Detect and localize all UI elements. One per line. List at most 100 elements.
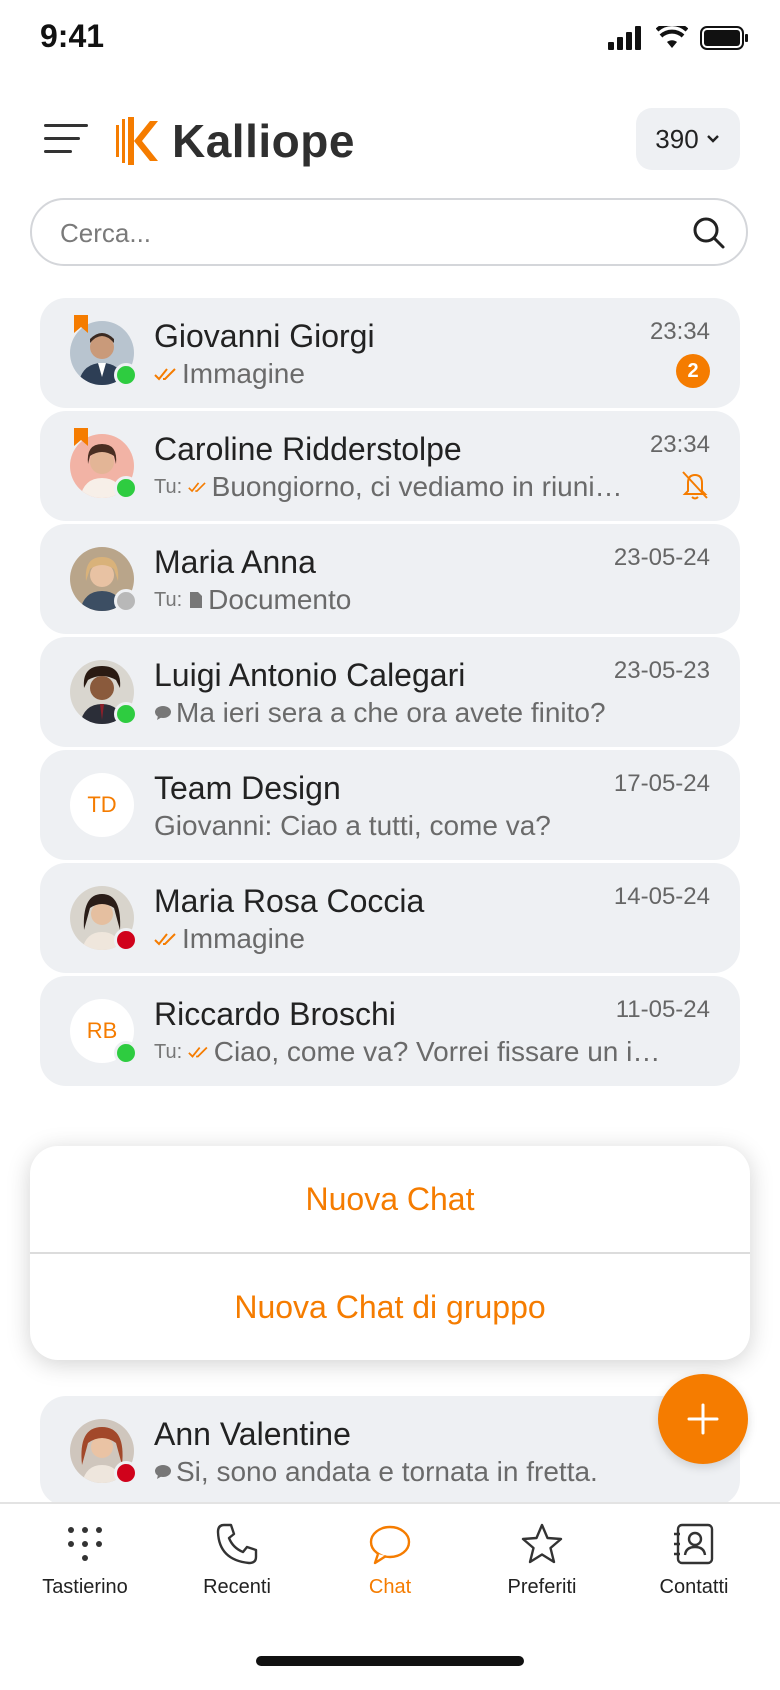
chat-item[interactable]: Ann Valentine 22-0 Si, sono andata e tor… xyxy=(40,1396,740,1506)
preview-text: Immagine xyxy=(182,358,305,389)
chat-preview: Tu: Buongiorno, ci vediamo in riunione a… xyxy=(154,471,634,503)
preview-text: Giovanni: Ciao a tutti, come va? xyxy=(154,810,551,841)
status-time: 9:41 xyxy=(40,18,105,54)
avatar xyxy=(70,428,138,500)
tab-label: Chat xyxy=(368,1576,412,1598)
chat-bubble-icon xyxy=(369,1525,411,1565)
status-icons xyxy=(608,26,750,50)
wifi-icon xyxy=(656,26,688,48)
chevron-down-icon xyxy=(706,135,719,143)
app-name: Kalliope xyxy=(172,115,355,167)
chat-time: 23-05-23 xyxy=(613,657,710,684)
preview-text: Si, sono andata e tornata in fretta. xyxy=(176,1456,598,1487)
tab-tastierino[interactable]: Tastierino xyxy=(7,1522,163,1599)
chat-item[interactable]: RB Riccardo Broschi 11-05-24 Tu: Ciao, c… xyxy=(40,976,740,1086)
tab-label: Recenti xyxy=(203,1576,271,1598)
chat-item[interactable]: Maria Rosa Coccia 14-05-24 Immagine xyxy=(40,863,740,973)
battery-icon xyxy=(700,26,748,50)
tab-bar: Tastierino Recenti Chat Preferiti Contat… xyxy=(0,1502,780,1690)
tab-label: Preferiti xyxy=(507,1576,577,1598)
sender-prefix: Tu: xyxy=(154,475,183,498)
chat-preview: Immagine xyxy=(154,358,674,390)
sender-prefix: Tu: xyxy=(154,588,183,611)
new-chat-menu: Nuova Chat Nuova Chat di gruppo xyxy=(30,1146,750,1360)
message-bubble-icon xyxy=(155,706,171,720)
read-receipt-icon xyxy=(188,1046,208,1058)
avatar: TD xyxy=(70,773,134,837)
new-chat-fab[interactable] xyxy=(658,1374,748,1464)
unread-badge: 2 xyxy=(676,354,710,388)
avatar xyxy=(70,660,138,726)
presence-busy xyxy=(114,928,138,952)
presence-online xyxy=(114,702,138,726)
preview-text: Ma ieri sera a che ora avete finito? xyxy=(176,697,606,728)
avatar-initials: TD xyxy=(70,773,134,837)
home-indicator xyxy=(256,1656,524,1666)
new-group-chat-option[interactable]: Nuova Chat di gruppo xyxy=(30,1254,750,1360)
chat-preview: Immagine xyxy=(154,923,674,955)
chat-preview: Ma ieri sera a che ora avete finito? xyxy=(154,697,674,729)
avatar xyxy=(70,1419,138,1485)
chat-name: Maria Rosa Coccia xyxy=(154,883,425,919)
search-bar xyxy=(30,198,748,266)
new-chat-option[interactable]: Nuova Chat xyxy=(30,1146,750,1252)
contacts-icon xyxy=(674,1523,714,1565)
chat-time: 23:34 xyxy=(649,431,710,458)
extension-number: 390 xyxy=(655,123,699,154)
avatar xyxy=(70,547,138,613)
chat-time: 11-05-24 xyxy=(615,996,710,1023)
chat-time: 17-05-24 xyxy=(613,770,710,797)
avatar xyxy=(70,886,138,952)
chat-time: 14-05-24 xyxy=(613,883,710,910)
tab-contatti[interactable]: Contatti xyxy=(616,1522,772,1599)
presence-busy xyxy=(114,1461,138,1485)
status-bar: 9:41 xyxy=(0,0,780,90)
extension-selector[interactable]: 390 xyxy=(636,108,740,170)
keypad-icon xyxy=(68,1527,102,1561)
tab-chat[interactable]: Chat xyxy=(312,1522,468,1599)
chat-name: Maria Anna xyxy=(154,544,316,580)
chat-preview: Tu: Documento xyxy=(154,584,674,616)
chat-item[interactable]: Giovanni Giorgi 23:34 Immagine 2 xyxy=(40,298,740,408)
tab-recenti[interactable]: Recenti xyxy=(159,1522,315,1599)
preview-text: Buongiorno, ci vediamo in riunione alle … xyxy=(211,471,634,502)
chat-time: 23:34 xyxy=(649,318,710,345)
chat-name: Team Design xyxy=(154,770,341,806)
chat-preview: Giovanni: Ciao a tutti, come va? xyxy=(154,810,674,842)
chat-item[interactable]: Caroline Ridderstolpe 23:34 Tu: Buongior… xyxy=(40,411,740,521)
chat-name: Caroline Ridderstolpe xyxy=(154,431,462,467)
muted-bell-icon xyxy=(682,471,708,500)
chat-name: Giovanni Giorgi xyxy=(154,318,375,354)
chat-item[interactable]: Maria Anna 23-05-24 Tu: Documento xyxy=(40,524,740,634)
preview-text: Ciao, come va? Vorrei fissare un incontr… xyxy=(213,1036,674,1067)
search-input[interactable] xyxy=(58,200,662,266)
avatar: RB xyxy=(70,999,138,1065)
tab-preferiti[interactable]: Preferiti xyxy=(464,1522,620,1599)
chat-time: 23-05-24 xyxy=(613,544,710,571)
tab-label: Contatti xyxy=(659,1576,729,1598)
read-receipt-icon xyxy=(188,482,206,493)
avatar xyxy=(70,315,138,387)
app-logo: Kalliope xyxy=(114,114,355,168)
pinned-icon xyxy=(74,428,88,446)
chat-name: Luigi Antonio Calegari xyxy=(154,657,466,693)
read-receipt-icon xyxy=(154,933,176,946)
presence-online xyxy=(114,1041,138,1065)
header: Kalliope 390 xyxy=(0,100,780,180)
chat-name: Ann Valentine xyxy=(154,1416,351,1452)
menu-icon[interactable] xyxy=(44,122,90,156)
search-icon[interactable] xyxy=(692,216,726,250)
chat-preview: Si, sono andata e tornata in fretta. xyxy=(154,1456,674,1488)
preview-text: Documento xyxy=(208,584,352,615)
plus-icon xyxy=(687,1403,719,1435)
pinned-icon xyxy=(74,315,88,333)
preview-text: Immagine xyxy=(182,923,305,954)
chat-preview: Tu: Ciao, come va? Vorrei fissare un inc… xyxy=(154,1036,674,1068)
message-bubble-icon xyxy=(155,1465,171,1479)
chat-item[interactable]: Luigi Antonio Calegari 23-05-23 Ma ieri … xyxy=(40,637,740,747)
signal-icon xyxy=(608,26,641,50)
read-receipt-icon xyxy=(154,368,176,381)
chat-item[interactable]: TD Team Design 17-05-24 Giovanni: Ciao a… xyxy=(40,750,740,860)
phone-icon xyxy=(216,1523,258,1565)
presence-offline xyxy=(114,589,138,613)
